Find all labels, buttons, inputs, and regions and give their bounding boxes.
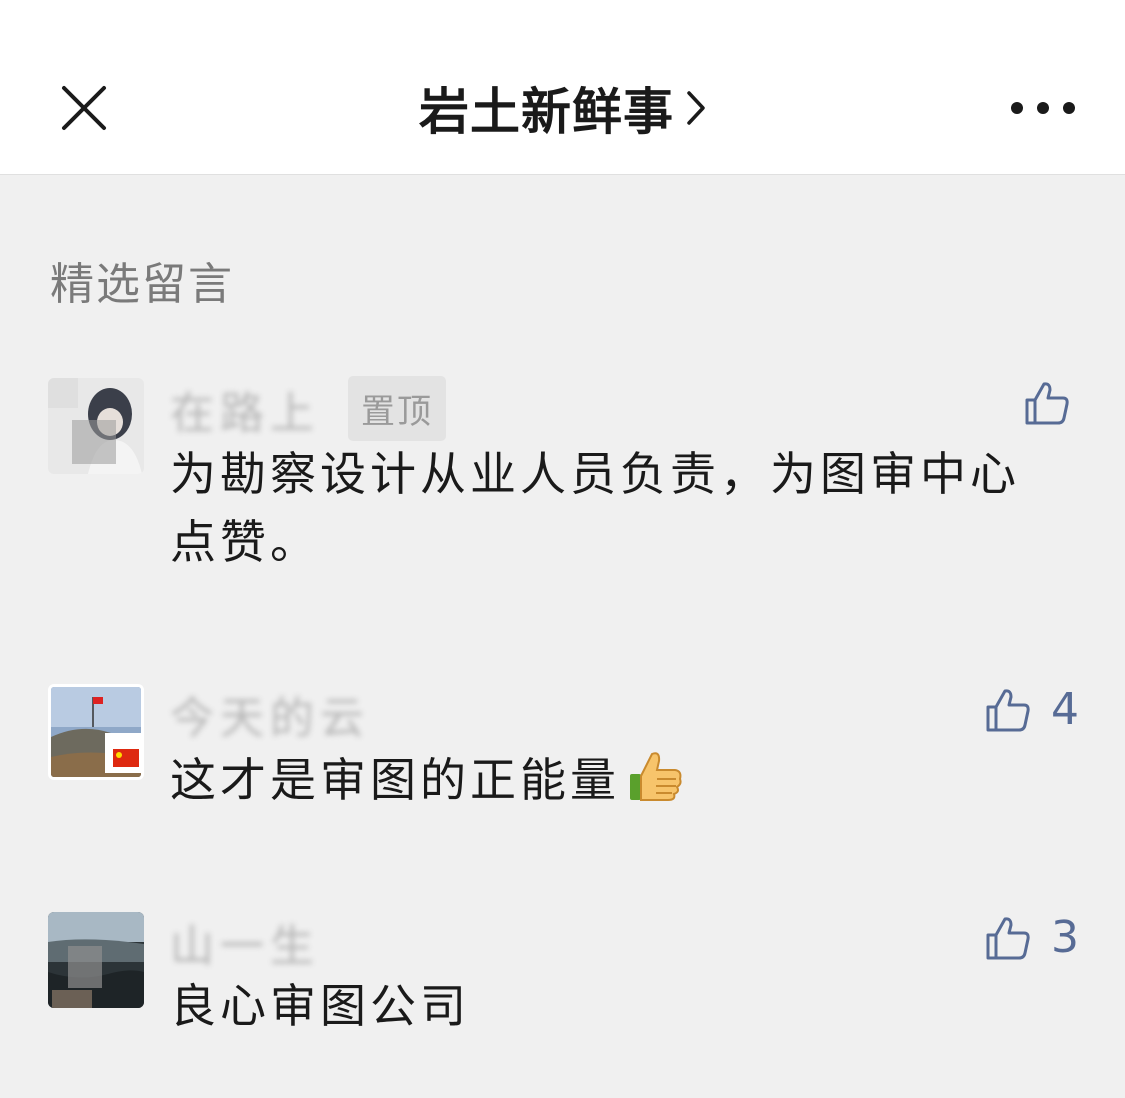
thumbs-up-icon xyxy=(1025,382,1069,425)
more-dot xyxy=(1063,102,1075,114)
comment-nickname: 在路上 xyxy=(170,387,320,439)
avatar[interactable] xyxy=(48,912,144,1008)
comment-text-row: 这才是审图的正能量 xyxy=(170,746,1050,824)
comment-nickname: 今天的云 xyxy=(170,693,370,744)
more-button[interactable] xyxy=(1011,84,1075,132)
comment-text: 良心审图公司 xyxy=(170,979,470,1033)
more-dots-icon xyxy=(1011,102,1023,114)
avatar[interactable] xyxy=(48,684,144,780)
like-button[interactable] xyxy=(1024,380,1070,426)
like-count: 4 xyxy=(1051,684,1079,735)
thumbs-up-icon xyxy=(986,916,1030,959)
pinned-badge: 置顶 xyxy=(348,376,446,441)
more-dot xyxy=(1037,102,1049,114)
account-title-link[interactable]: 岩土新鲜事 xyxy=(0,72,1125,144)
page-title: 岩土新鲜事 xyxy=(419,83,674,141)
like-button[interactable]: 3 xyxy=(985,912,1079,963)
comment-text: 这才是审图的正能量 xyxy=(170,753,620,807)
section-title: 精选留言 xyxy=(50,259,234,310)
chevron-right-icon xyxy=(686,90,706,126)
avatar[interactable] xyxy=(48,378,144,474)
top-bar: 岩土新鲜事 xyxy=(0,0,1125,175)
comment-text: 为勘察设计从业人员负责，为图审中心点赞。 xyxy=(170,447,1020,569)
comment-nickname: 山一生 xyxy=(170,921,320,972)
thumbs-up-emoji xyxy=(626,748,684,824)
like-count: 3 xyxy=(1051,912,1079,963)
like-button[interactable]: 4 xyxy=(985,684,1079,735)
thumbs-up-icon xyxy=(986,688,1030,731)
